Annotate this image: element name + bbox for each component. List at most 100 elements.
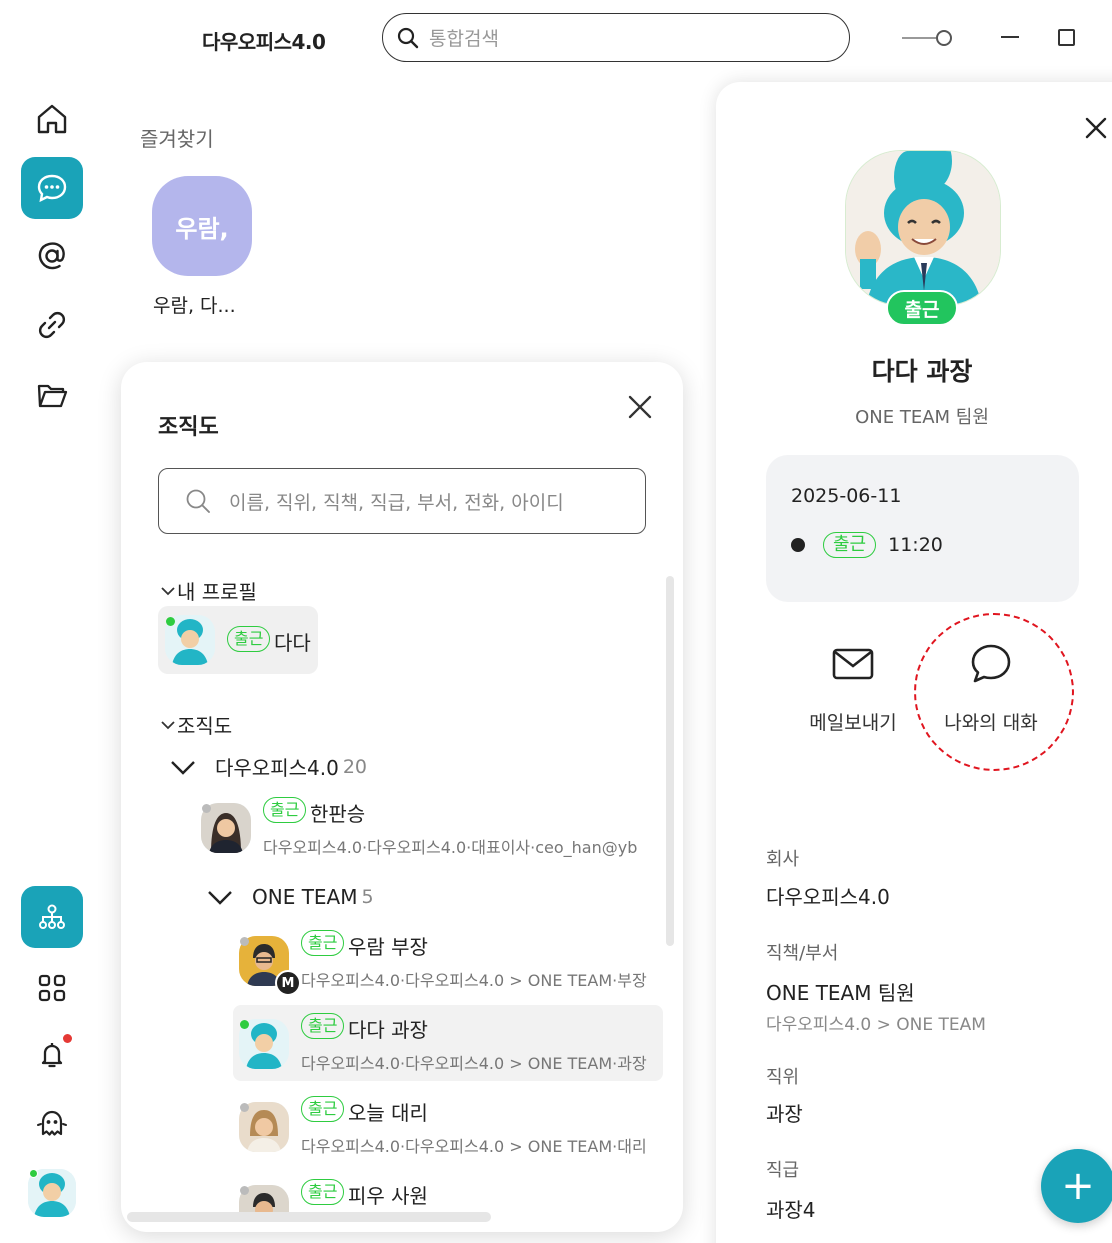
- org-section-label: 조직도: [177, 714, 233, 738]
- home-icon: [37, 104, 67, 134]
- org-section-toggle[interactable]: 조직도: [159, 710, 232, 739]
- status-badge: 출근: [301, 930, 345, 956]
- minimize-button[interactable]: [1001, 36, 1019, 38]
- status-badge: 출근: [301, 1013, 345, 1039]
- opacity-slider-icon[interactable]: [902, 27, 954, 49]
- search-placeholder: 통합검색: [429, 28, 499, 50]
- member-name: 피우 사원: [348, 1184, 428, 1208]
- list-item[interactable]: 출근 한판승 다우오피스4.0·다우오피스4.0·대표이사·ceo_han@yb: [201, 797, 671, 863]
- org-chart-icon: [39, 904, 65, 929]
- send-mail-button[interactable]: 메일보내기: [783, 642, 923, 742]
- maximize-button[interactable]: [1058, 29, 1075, 46]
- org-chart-nav-button[interactable]: [21, 886, 83, 948]
- highlight-annotation-circle: [914, 613, 1074, 771]
- attendance-card: 2025-06-11 출근 11:20: [766, 455, 1079, 602]
- my-profile-card[interactable]: 출근 다다: [158, 606, 318, 674]
- member-name: 다다 과장: [348, 1018, 428, 1042]
- apps-button[interactable]: [21, 957, 83, 1019]
- chat-bubble-icon: [37, 174, 67, 203]
- app-title: 다우오피스4.0: [202, 30, 326, 54]
- favorite-group-name[interactable]: 우람, 다...: [153, 291, 236, 318]
- global-search-input[interactable]: 통합검색: [382, 13, 850, 62]
- profile-avatar: [845, 150, 1001, 306]
- online-status-dot: [166, 617, 175, 626]
- offline-status-dot: [240, 1186, 249, 1195]
- team-count: 5: [361, 886, 374, 908]
- list-item[interactable]: M 출근 우람 부장 다우오피스4.0·다우오피스4.0 > ONE TEAM·…: [239, 930, 669, 996]
- status-badge: 출근: [263, 797, 307, 823]
- my-profile-name: 다다: [274, 631, 311, 655]
- online-status-dot: [240, 1020, 249, 1029]
- duty-value: ONE TEAM 팀원: [766, 981, 915, 1005]
- org-chart-panel: 조직도 이름, 직위, 직책, 직급, 부서, 전화, 아이디 내 프로필 출근…: [121, 362, 683, 1232]
- list-item[interactable]: 출근 다다 과장 다우오피스4.0·다우오피스4.0 > ONE TEAM·과장: [239, 1013, 669, 1079]
- close-icon[interactable]: [625, 392, 655, 422]
- profile-name: 다다 과장: [871, 357, 973, 386]
- my-profile-toggle[interactable]: 내 프로필: [159, 576, 257, 605]
- files-button[interactable]: [21, 364, 83, 426]
- org-horizontal-scrollbar[interactable]: [127, 1212, 491, 1222]
- member-name: 한판승: [310, 802, 366, 826]
- status-badge: 출근: [227, 626, 271, 652]
- online-status-dot: [29, 1169, 38, 1178]
- company-label: 회사: [766, 849, 800, 870]
- org-search-placeholder: 이름, 직위, 직책, 직급, 부서, 전화, 아이디: [229, 491, 564, 514]
- company-count: 20: [342, 755, 367, 778]
- home-button[interactable]: [21, 88, 83, 150]
- org-vertical-scrollbar[interactable]: [666, 576, 674, 946]
- links-button[interactable]: [21, 294, 83, 356]
- org-panel-title: 조직도: [158, 415, 219, 440]
- my-profile-label: 내 프로필: [177, 580, 257, 604]
- member-detail: 다우오피스4.0·다우오피스4.0 > ONE TEAM·대리: [301, 1137, 647, 1156]
- bell-icon: [41, 1043, 63, 1068]
- status-dot: [791, 538, 805, 552]
- attendance-status-row: 출근 11:20: [791, 532, 943, 558]
- add-fab-button[interactable]: +: [1041, 1149, 1112, 1223]
- chevron-down-icon: [171, 760, 195, 775]
- ghost-menu-button[interactable]: [21, 1093, 83, 1155]
- member-detail: 다우오피스4.0·다우오피스4.0 > ONE TEAM·과장: [301, 1054, 647, 1073]
- offline-status-dot: [240, 937, 249, 946]
- offline-status-dot: [202, 804, 211, 813]
- list-item[interactable]: 출근 오늘 대리 다우오피스4.0·다우오피스4.0 > ONE TEAM·대리: [239, 1096, 669, 1162]
- ghost-icon: [37, 1110, 67, 1136]
- link-icon: [38, 311, 66, 339]
- chevron-down-icon: [161, 586, 175, 595]
- close-icon[interactable]: [1084, 116, 1108, 140]
- notification-dot: [63, 1034, 72, 1043]
- status-badge: 출근: [301, 1096, 345, 1122]
- grid-icon: [38, 974, 66, 1002]
- manager-badge: M: [275, 970, 301, 996]
- status-badge: 출근: [886, 290, 958, 326]
- mail-icon: [832, 648, 874, 680]
- grade-label: 직급: [766, 1160, 800, 1181]
- member-name: 오늘 대리: [348, 1101, 428, 1125]
- position-label: 직위: [766, 1067, 800, 1088]
- favorite-group-tile[interactable]: 우람,: [152, 176, 252, 276]
- company-node[interactable]: 다우오피스4.0 20: [169, 752, 367, 781]
- attendance-date: 2025-06-11: [791, 485, 902, 507]
- team-name: ONE TEAM: [252, 885, 358, 909]
- position-value: 과장: [766, 1102, 803, 1126]
- team-node[interactable]: ONE TEAM 5: [206, 885, 374, 909]
- duty-sub: 다우오피스4.0 > ONE TEAM: [766, 1015, 986, 1035]
- attendance-time: 11:20: [888, 534, 943, 556]
- offline-status-dot: [240, 1103, 249, 1112]
- org-search-input[interactable]: 이름, 직위, 직책, 직급, 부서, 전화, 아이디: [158, 468, 646, 534]
- mention-button[interactable]: [21, 225, 83, 287]
- duty-label: 직책/부서: [766, 943, 839, 964]
- status-badge: 출근: [301, 1179, 345, 1205]
- company-value: 다우오피스4.0: [766, 885, 890, 909]
- chevron-down-icon: [161, 720, 175, 729]
- search-icon: [186, 489, 210, 513]
- notifications-button[interactable]: [21, 1024, 83, 1086]
- folder-icon: [37, 384, 68, 408]
- profile-team: ONE TEAM 팀원: [855, 407, 989, 428]
- chevron-down-icon: [208, 891, 232, 905]
- chat-nav-button[interactable]: [21, 157, 83, 219]
- grade-value: 과장4: [766, 1198, 816, 1222]
- company-name: 다우오피스4.0: [215, 756, 339, 780]
- send-mail-label: 메일보내기: [809, 712, 897, 734]
- at-sign-icon: [38, 242, 65, 270]
- favorites-title: 즐겨찾기: [140, 127, 214, 151]
